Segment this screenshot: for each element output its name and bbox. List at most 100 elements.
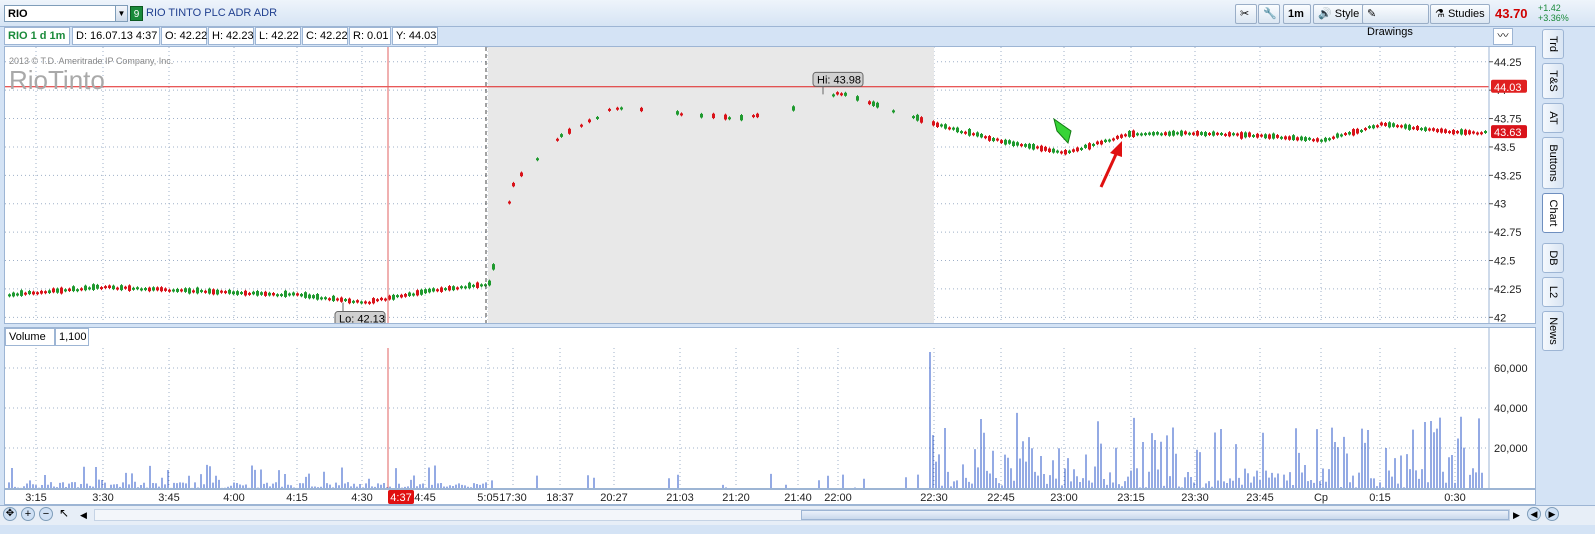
symbol-dropdown-button[interactable]: ▼ [115,5,128,22]
candle [220,290,223,293]
candle [1412,127,1415,130]
candle [232,291,235,295]
candle [948,127,951,130]
candle [156,287,159,291]
tab-buttons[interactable]: Buttons [1542,137,1564,189]
candle [1024,144,1027,147]
candle [1416,125,1419,130]
volume-panel[interactable]: Volume 1,100 60,000 40,000 20,000 [4,327,1536,489]
candle [256,291,259,296]
pan-button[interactable]: ✥ [3,507,17,521]
candle [312,295,315,299]
candle [1432,128,1435,131]
link-group-badge[interactable]: 9 [130,6,143,21]
candle [1096,141,1099,145]
minus-icon: − [42,508,50,520]
candle [556,138,559,141]
candle [68,288,71,292]
candle [1168,131,1171,136]
time-tick-label: 17:30 [499,492,527,504]
timeframe-button[interactable]: 1m [1283,4,1311,24]
tab-db[interactable]: DB [1542,243,1564,273]
candle [936,122,939,128]
candle [28,291,31,295]
time-tick-label: 4:00 [223,492,244,504]
candle [1192,132,1195,135]
candle [596,116,599,119]
candle [340,297,343,302]
pointer-button[interactable]: ↖ [57,507,71,521]
studies-button[interactable]: ⚗ Studies [1430,4,1490,24]
candle [876,102,879,108]
candle [244,290,247,296]
time-axis-svg[interactable]: 3:15 3:30 3:45 4:00 4:15 4:30 4:45 5:05 17:30 18:… [5,490,1535,504]
volume-tick-label: 20,000 [1494,443,1528,455]
horizontal-scroll-track[interactable] [94,509,1510,521]
time-axis[interactable]: 3:15 3:30 3:45 4:00 4:15 4:30 4:45 5:05 17:30 18:… [4,489,1536,505]
candle [488,280,491,286]
candle [568,128,571,134]
scroll-back-button[interactable]: ◀ [1527,507,1541,521]
horizontal-scroll-thumb[interactable] [801,510,1509,520]
symbol-input[interactable] [4,5,116,22]
zoom-out-button[interactable]: − [39,507,53,521]
candle [956,127,959,133]
candle [228,289,231,294]
candle [1328,138,1331,141]
candle [224,291,227,294]
candle [1132,130,1135,137]
wrench-tool-button[interactable]: 🔧 [1258,4,1280,24]
wrench-icon: 🔧 [1263,8,1277,20]
price-chart[interactable]: 44.254443.7543.543.254342.7542.542.2542 … [4,46,1536,324]
candle [752,115,755,118]
price-chart-svg[interactable]: 44.254443.7543.543.254342.7542.542.2542 … [5,47,1535,323]
green-arrow-annotation[interactable] [1053,117,1072,145]
drawings-button[interactable]: ✎ Drawings [1362,4,1429,38]
tab-l2[interactable]: L2 [1542,277,1564,307]
chart-type-button[interactable]: 〰 [1493,28,1513,45]
volume-chart-svg[interactable]: 60,000 40,000 20,000 [5,328,1535,488]
candle [404,293,407,297]
tab-trd[interactable]: Trd [1542,29,1564,59]
candle [32,291,35,295]
candle [240,292,243,295]
candle [368,301,371,304]
candle [1016,142,1019,146]
candle [344,299,347,302]
tab-chart[interactable]: Chart [1542,193,1564,233]
scroll-left-button[interactable]: ◀ [80,509,90,521]
candle [1448,131,1451,134]
candle [580,124,583,127]
candle [1092,143,1095,146]
candle [296,293,299,296]
candle [416,290,419,296]
scissors-tool-button[interactable]: ✂ [1235,4,1257,24]
scroll-right-button[interactable]: ▶ [1513,509,1523,521]
tab-at[interactable]: AT [1542,103,1564,133]
candle [1480,132,1483,135]
candle [1256,133,1259,138]
info-low: L: 42.22 [255,27,301,45]
tab-trd-label: Trd [1547,35,1559,53]
tab-at-label: AT [1547,111,1559,125]
time-tick-label: 22:30 [920,492,948,504]
candle [212,289,215,295]
candle [960,131,963,134]
candle [1228,132,1231,137]
candle [1184,131,1187,135]
candle [1388,122,1391,128]
scroll-forward-button[interactable]: ▶ [1545,507,1559,521]
candle [276,294,279,297]
candle [1032,144,1035,150]
zoom-in-button[interactable]: + [21,507,35,521]
candle [180,289,183,292]
candle [300,293,303,297]
red-arrow-annotation[interactable] [1099,141,1122,188]
time-tick-label: 0:30 [1444,492,1465,504]
low-marker: Lo: 42.13 [334,302,386,323]
y-tick-label: 42.75 [1494,227,1522,239]
tab-news[interactable]: News [1542,311,1564,351]
candle [1440,128,1443,133]
candle [1312,139,1315,142]
tab-time-and-sales[interactable]: T&S [1542,63,1564,99]
